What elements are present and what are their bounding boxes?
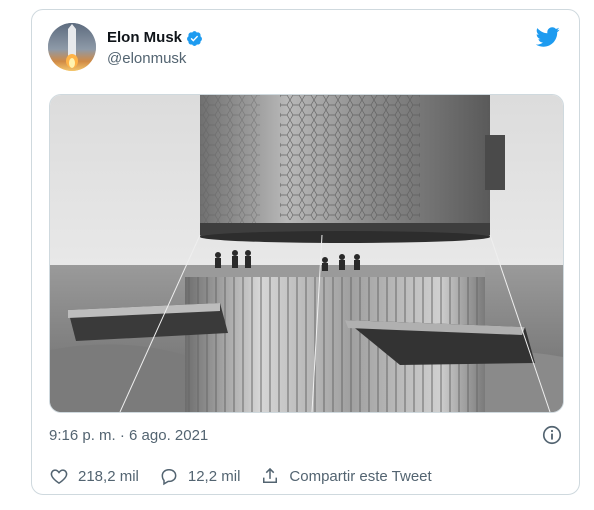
reply-count: 12,2 mil [187, 467, 241, 485]
heart-icon [50, 469, 68, 484]
tweet-header: Elon Musk @elonmusk [47, 23, 564, 73]
tweet-card[interactable]: Elon Musk @elonmusk 9:16 p. m. · 6 ago. … [31, 9, 580, 495]
share-button[interactable]: Compartir este Tweet [260, 466, 432, 486]
tweet-media[interactable] [49, 94, 564, 413]
info-icon[interactable] [541, 424, 563, 446]
reply-button[interactable]: 12,2 mil [159, 466, 241, 486]
avatar-image [48, 23, 96, 71]
author-handle[interactable]: @elonmusk [107, 49, 203, 69]
like-count: 218,2 mil [78, 467, 139, 485]
author-display-name: Elon Musk [107, 29, 183, 46]
photo-starship-booster-tower [50, 95, 563, 412]
avatar[interactable] [48, 23, 96, 71]
tweet-actions: 218,2 mil 12,2 mil Compartir este Tweet [49, 466, 452, 486]
share-label: Compartir este Tweet [289, 467, 432, 485]
author-display-name-link[interactable]: Elon Musk [107, 28, 203, 48]
tweet-timestamp[interactable]: 9:16 p. m. · 6 ago. 2021 [49, 426, 208, 446]
twitter-bird-icon[interactable] [536, 25, 560, 49]
reply-bubble-icon [161, 469, 177, 486]
author-names: Elon Musk @elonmusk [107, 28, 203, 69]
share-upload-icon [263, 467, 278, 483]
like-button[interactable]: 218,2 mil [49, 466, 139, 486]
verified-badge-icon [187, 30, 202, 46]
